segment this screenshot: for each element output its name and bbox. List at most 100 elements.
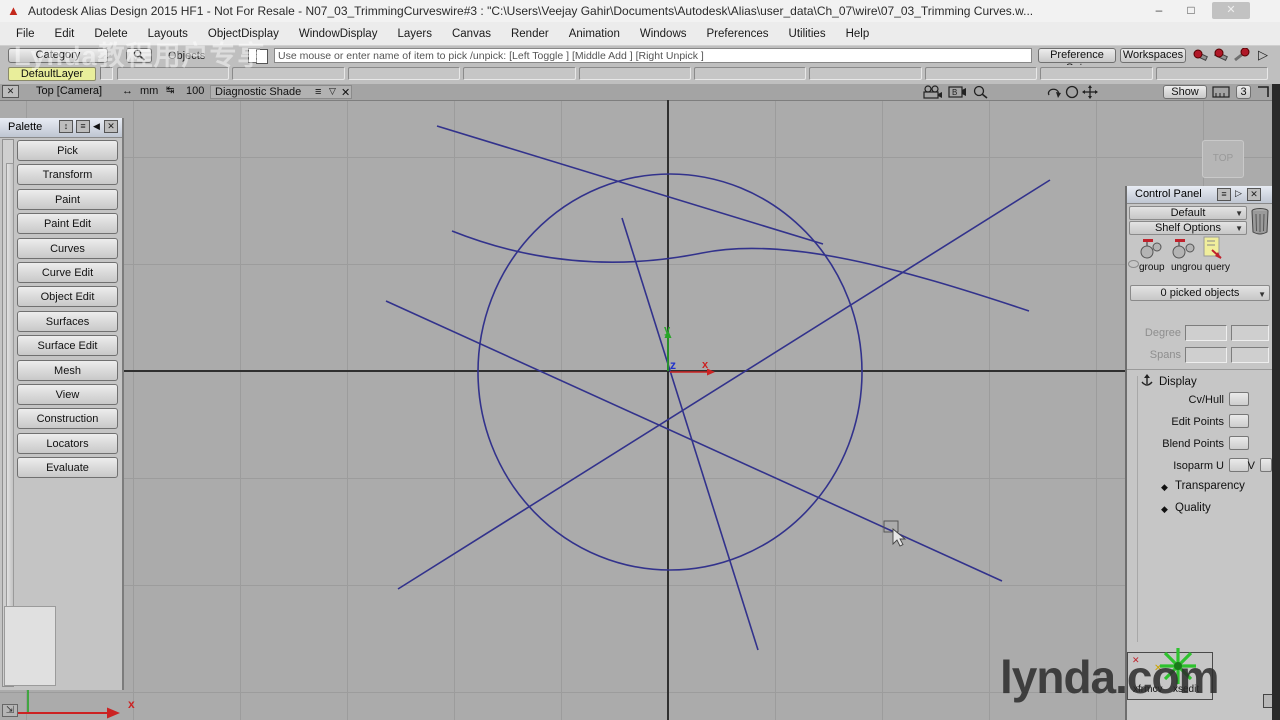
palette-menu-icon[interactable]: ≡ [76,120,90,133]
viewport-camera-label[interactable]: Top [Camera] [36,85,102,97]
query-tool-icon[interactable] [1202,236,1226,262]
shelf-options-dropdown[interactable]: Shelf Options ▼ [1129,221,1247,235]
palette-tab[interactable]: Locators [17,432,118,454]
menu-item[interactable]: Render [501,28,559,40]
degree-field-v[interactable] [1231,325,1269,341]
shelf-expand-arrow-icon[interactable]: ▷ [1258,47,1268,63]
tool-hammer-icon[interactable] [1212,48,1230,63]
layer-slot[interactable] [347,67,461,80]
palette-tab[interactable]: View [17,383,118,405]
pan-icon[interactable] [1082,85,1098,99]
transparency-collapse-icon[interactable]: ◆ [1161,482,1168,493]
workspaces-button[interactable]: Workspaces [1120,48,1186,63]
spans-field-u[interactable] [1185,347,1227,363]
picked-objects-dropdown[interactable]: 0 picked objects ▼ [1130,285,1270,301]
zoom-value[interactable]: 100 [186,85,204,97]
shade-close-icon[interactable]: ✕ [341,86,350,99]
menu-item[interactable]: Utilities [779,28,836,40]
palette-tab[interactable]: Pick [17,140,118,161]
palette-resize-icon[interactable]: ↕ [59,120,73,133]
shade-dropdown-icon[interactable]: ▽ [329,86,336,97]
anchor-icon[interactable] [1140,374,1154,388]
close-button[interactable]: ✕ [1212,2,1250,19]
shelf-item-label[interactable]: group [1139,262,1165,273]
layer-slot[interactable] [924,67,1038,80]
control-panel-menu-icon[interactable]: ≡ [1217,188,1231,201]
menu-item[interactable]: Layers [387,28,442,40]
wire-curve[interactable] [621,217,759,651]
palette-tab[interactable]: Object Edit [17,286,118,308]
pane-count-button[interactable]: 3 [1236,85,1251,99]
cv-hull-checkbox[interactable] [1229,392,1249,406]
control-panel-close-icon[interactable]: ✕ [1247,188,1261,201]
units-label[interactable]: mm [140,85,158,97]
group-tool-icon[interactable] [1139,238,1165,260]
gate-zoom-icon[interactable]: ↹ [166,85,174,96]
palette-tab[interactable]: Curve Edit [17,261,118,283]
wire-curve[interactable] [436,125,824,245]
palette-tab[interactable]: Surface Edit [17,335,118,357]
menu-item[interactable]: Preferences [697,28,779,40]
palette-tab[interactable]: Evaluate [17,457,118,479]
layer-slot[interactable] [463,67,576,80]
shade-menu-icon[interactable]: ≡ [315,86,321,98]
palette-tab[interactable]: Paint Edit [17,213,118,235]
palette-scrollbar[interactable] [2,139,14,687]
isoparm-v-checkbox[interactable] [1260,458,1272,472]
edit-points-checkbox[interactable] [1229,414,1249,428]
layer-slot[interactable] [809,67,922,80]
control-panel-expand-icon[interactable]: ▷ [1235,188,1242,199]
palette-tab[interactable]: Mesh [17,359,118,381]
display-section-title[interactable]: Display [1159,376,1197,388]
palette-close-icon[interactable]: ✕ [104,120,118,133]
viewport-close-icon[interactable]: ✕ [2,85,19,98]
spans-field-v[interactable] [1231,347,1269,363]
palette-tab[interactable]: Paint [17,188,118,210]
palette-collapse-icon[interactable]: ◀ [93,121,100,132]
palette-tab[interactable]: Transform [17,164,118,186]
tool-shelf-icon[interactable] [1192,48,1210,63]
wire-curve[interactable] [451,230,1030,312]
movie-camera-icon[interactable] [922,85,944,99]
trash-icon[interactable] [1250,206,1271,236]
show-button[interactable]: Show [1163,85,1207,99]
viewport-resize-icon[interactable]: ⇲ [2,704,18,717]
maximize-button[interactable]: □ [1178,3,1204,17]
prompt-input[interactable] [274,48,1032,63]
corner-layout-icon[interactable] [1256,85,1270,99]
menu-item[interactable]: Help [836,28,880,40]
degree-field-u[interactable] [1185,325,1227,341]
layer-slot[interactable] [578,67,692,80]
palette-scrollbar-thumb[interactable] [6,163,14,673]
shelf-item-label[interactable]: ungrou [1171,262,1202,273]
circle-select-icon[interactable] [1064,85,1080,99]
menu-item[interactable]: Canvas [442,28,501,40]
zoom-tool-icon[interactable] [972,85,990,99]
shelf-set-dropdown[interactable]: Default ▼ [1129,206,1247,220]
transparency-section[interactable]: Transparency [1175,480,1245,492]
menu-item[interactable]: Animation [559,28,630,40]
menu-item[interactable]: Windows [630,28,697,40]
palette-tab[interactable]: Construction [17,408,118,430]
palette-tab[interactable]: Curves [17,237,118,259]
video-camera-icon[interactable]: B [948,85,968,99]
blend-points-checkbox[interactable] [1229,436,1249,450]
twist-view-icon[interactable] [1046,85,1062,99]
shelf-radio-icon[interactable] [1128,260,1139,268]
wire-curve[interactable] [397,179,1051,590]
units-toggle-icon[interactable]: ↔ [122,85,133,97]
curves-canvas[interactable]: y x z x [0,100,1280,720]
layer-slot[interactable] [1040,67,1153,80]
quality-section[interactable]: Quality [1175,502,1211,514]
ungroup-tool-icon[interactable] [1171,238,1197,260]
quality-collapse-icon[interactable]: ◆ [1161,504,1168,515]
menu-item[interactable]: WindowDisplay [289,28,388,40]
palette-tab[interactable]: Surfaces [17,310,118,332]
shade-mode-label[interactable]: Diagnostic Shade [215,86,301,98]
tool-wrench-icon[interactable] [1232,48,1252,63]
minimize-button[interactable]: – [1146,3,1172,17]
layer-slot[interactable] [1155,67,1269,80]
shelf-item-label[interactable]: query [1205,262,1230,273]
layer-slot[interactable] [694,67,807,80]
preference-sets-button[interactable]: Preference Sets [1038,48,1116,74]
